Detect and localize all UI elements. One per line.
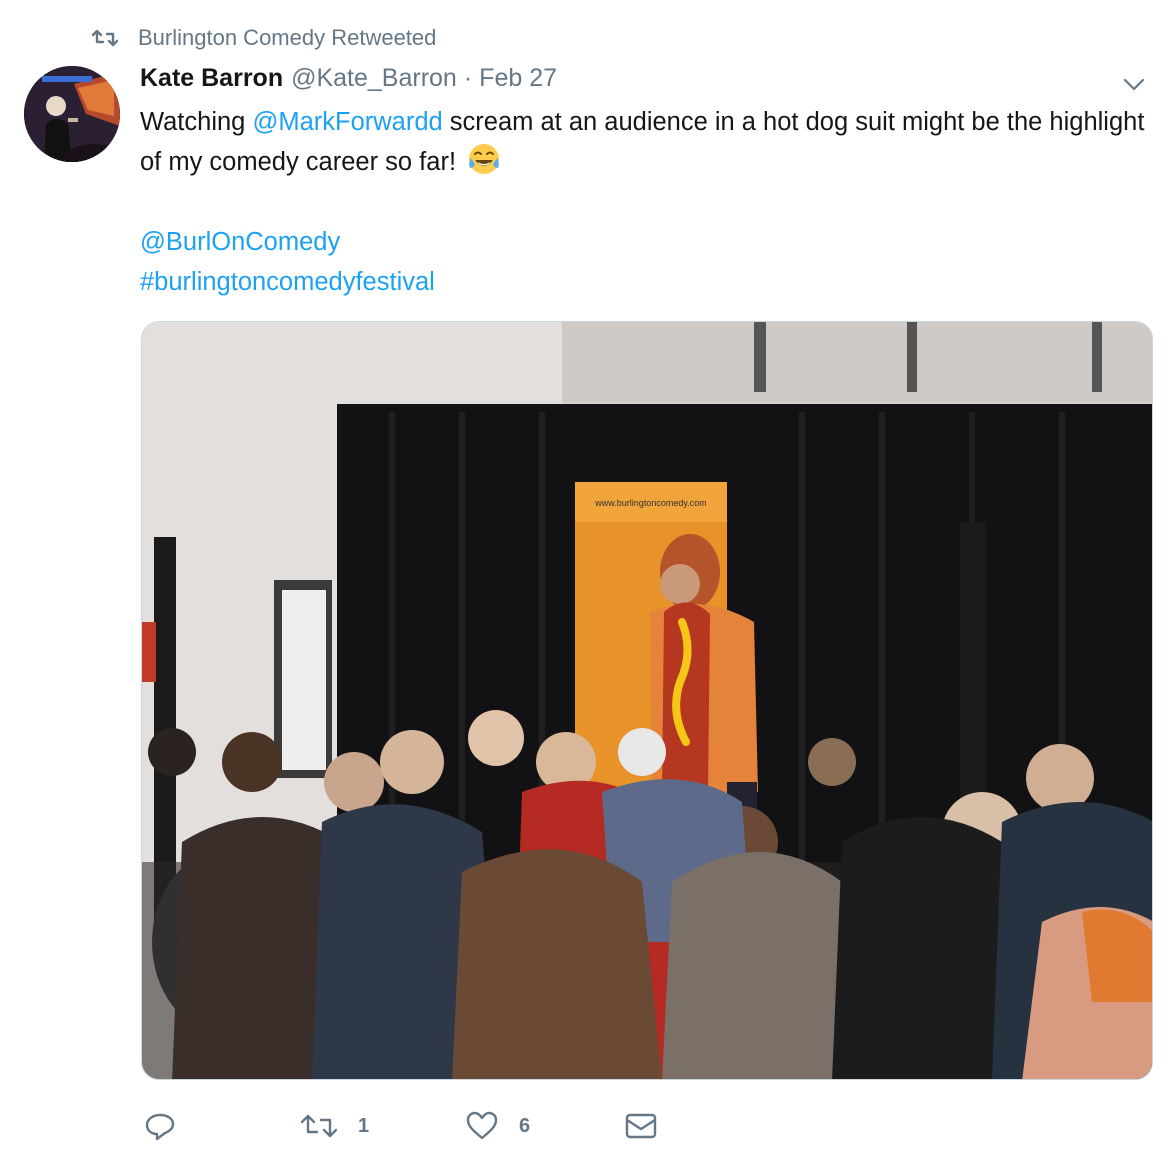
- like-button[interactable]: 6: [465, 1110, 530, 1142]
- chevron-down-icon: [1123, 78, 1145, 91]
- tweet-text: Watching @MarkForwardd scream at an audi…: [140, 102, 1150, 188]
- tweet-actions: 1 6: [140, 1100, 1040, 1150]
- retweet-count: 1: [358, 1114, 370, 1137]
- like-count: 6: [519, 1114, 531, 1137]
- tweet-photo[interactable]: www.burlingtoncomedy.com: [141, 321, 1153, 1080]
- heart-icon: [466, 1111, 498, 1140]
- more-options-button[interactable]: [1120, 72, 1148, 96]
- retweet-icon: [92, 29, 118, 47]
- mention-link[interactable]: @MarkForwardd: [252, 108, 442, 136]
- avatar-photo: [24, 66, 120, 162]
- retweet-context-label: Burlington Comedy Retweeted: [138, 25, 437, 50]
- hashtag-link[interactable]: #burlingtoncomedyfestival: [140, 262, 435, 302]
- tweet-text-part1: Watching: [140, 108, 253, 136]
- envelope-icon: [625, 1113, 657, 1139]
- tweet-tags: @BurlOnComedy #burlingtoncomedyfestival: [140, 222, 435, 302]
- tweet-header: Kate Barron @Kate_Barron · Feb 27: [140, 64, 557, 98]
- reply-icon: [145, 1113, 175, 1141]
- mention-burloncomedy[interactable]: @BurlOnComedy: [140, 222, 435, 262]
- reply-button[interactable]: [144, 1110, 176, 1142]
- author-handle[interactable]: @Kate_Barron: [291, 64, 457, 93]
- avatar[interactable]: [24, 66, 120, 162]
- header-separator: ·: [463, 64, 473, 92]
- banner-text: www.burlingtoncomedy.com: [594, 498, 706, 508]
- author-name[interactable]: Kate Barron: [140, 64, 283, 93]
- retweet-context[interactable]: Burlington Comedy Retweeted: [92, 24, 436, 52]
- retweet-icon: [300, 1114, 338, 1138]
- comedy-show-photo: www.burlingtoncomedy.com: [142, 322, 1152, 1079]
- direct-message-button[interactable]: [624, 1110, 658, 1142]
- tears-of-joy-emoji-icon: [467, 142, 501, 188]
- retweet-button[interactable]: 1: [300, 1110, 369, 1142]
- tweet-date[interactable]: Feb 27: [479, 64, 557, 93]
